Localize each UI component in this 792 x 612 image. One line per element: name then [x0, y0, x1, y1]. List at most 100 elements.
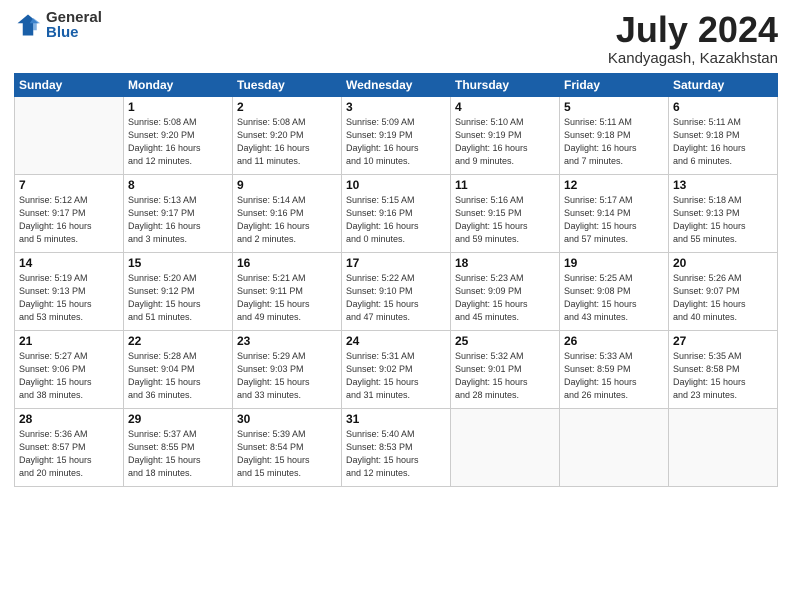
- day-number: 5: [564, 100, 664, 114]
- calendar-cell: 31 Sunrise: 5:40 AMSunset: 8:53 PMDayligh…: [342, 408, 451, 486]
- calendar-cell: [451, 408, 560, 486]
- calendar-cell: 9Sunrise: 5:14 AMSunset: 9:16 PMDaylight…: [233, 174, 342, 252]
- calendar-body: 1 Sunrise: 5:08 AMSunset: 9:20 PMDaylight…: [15, 96, 778, 486]
- day-number: 23: [237, 334, 337, 348]
- calendar-table: SundayMondayTuesdayWednesdayThursdayFrid…: [14, 73, 778, 487]
- day-number: 14: [19, 256, 119, 270]
- calendar-cell: 13 Sunrise: 5:18 AMSunset: 9:13 PMDayligh…: [669, 174, 778, 252]
- weekday-header-thursday: Thursday: [451, 73, 560, 96]
- calendar-cell: 24Sunrise: 5:31 AMSunset: 9:02 PMDayligh…: [342, 330, 451, 408]
- day-info: Sunrise: 5:08 AMSunset: 9:20 PMDaylight:…: [237, 116, 337, 168]
- day-info: Sunrise: 5:08 AMSunset: 9:20 PMDaylight:…: [128, 116, 228, 168]
- day-number: 30: [237, 412, 337, 426]
- calendar-cell: 28Sunrise: 5:36 AMSunset: 8:57 PMDayligh…: [15, 408, 124, 486]
- logo: General Blue: [14, 10, 102, 40]
- logo-general-text: General: [46, 10, 102, 25]
- day-info: Sunrise: 5:22 AMSunset: 9:10 PMDaylight:…: [346, 272, 446, 324]
- calendar-cell: 22 Sunrise: 5:28 AMSunset: 9:04 PMDayligh…: [124, 330, 233, 408]
- calendar-cell: [560, 408, 669, 486]
- location-subtitle: Kandyagash, Kazakhstan: [608, 50, 778, 67]
- calendar-week-4: 21Sunrise: 5:27 AMSunset: 9:06 PMDayligh…: [15, 330, 778, 408]
- day-number: 12: [564, 178, 664, 192]
- day-info: Sunrise: 5:13 AMSunset: 9:17 PMDaylight:…: [128, 194, 228, 246]
- day-number: 7: [19, 178, 119, 192]
- day-info: Sunrise: 5:23 AMSunset: 9:09 PMDaylight:…: [455, 272, 555, 324]
- calendar-cell: 3 Sunrise: 5:09 AMSunset: 9:19 PMDaylight…: [342, 96, 451, 174]
- calendar-cell: 15 Sunrise: 5:20 AMSunset: 9:12 PMDayligh…: [124, 252, 233, 330]
- day-number: 16: [237, 256, 337, 270]
- day-info: Sunrise: 5:16 AMSunset: 9:15 PMDaylight:…: [455, 194, 555, 246]
- day-number: 2: [237, 100, 337, 114]
- calendar-cell: 1 Sunrise: 5:08 AMSunset: 9:20 PMDaylight…: [124, 96, 233, 174]
- logo-icon: [14, 11, 42, 39]
- calendar-cell: 27Sunrise: 5:35 AMSunset: 8:58 PMDayligh…: [669, 330, 778, 408]
- day-number: 8: [128, 178, 228, 192]
- calendar-cell: 29Sunrise: 5:37 AMSunset: 8:55 PMDayligh…: [124, 408, 233, 486]
- day-number: 17: [346, 256, 446, 270]
- day-info: Sunrise: 5:39 AMSunset: 8:54 PMDaylight:…: [237, 428, 337, 480]
- page: General Blue July 2024 Kandyagash, Kazak…: [0, 0, 792, 612]
- day-number: 20: [673, 256, 773, 270]
- calendar-cell: 8 Sunrise: 5:13 AMSunset: 9:17 PMDaylight…: [124, 174, 233, 252]
- day-info: Sunrise: 5:26 AMSunset: 9:07 PMDaylight:…: [673, 272, 773, 324]
- weekday-header-friday: Friday: [560, 73, 669, 96]
- day-number: 26: [564, 334, 664, 348]
- day-number: 25: [455, 334, 555, 348]
- calendar-cell: 6Sunrise: 5:11 AMSunset: 9:18 PMDaylight…: [669, 96, 778, 174]
- logo-blue-text: Blue: [46, 25, 102, 40]
- day-info: Sunrise: 5:20 AMSunset: 9:12 PMDaylight:…: [128, 272, 228, 324]
- day-number: 4: [455, 100, 555, 114]
- calendar-cell: 30 Sunrise: 5:39 AMSunset: 8:54 PMDayligh…: [233, 408, 342, 486]
- day-info: Sunrise: 5:17 AMSunset: 9:14 PMDaylight:…: [564, 194, 664, 246]
- day-number: 9: [237, 178, 337, 192]
- calendar-cell: 7 Sunrise: 5:12 AMSunset: 9:17 PMDaylight…: [15, 174, 124, 252]
- calendar-week-2: 7 Sunrise: 5:12 AMSunset: 9:17 PMDaylight…: [15, 174, 778, 252]
- weekday-header-tuesday: Tuesday: [233, 73, 342, 96]
- day-info: Sunrise: 5:11 AMSunset: 9:18 PMDaylight:…: [564, 116, 664, 168]
- day-number: 22: [128, 334, 228, 348]
- calendar-cell: 11 Sunrise: 5:16 AMSunset: 9:15 PMDayligh…: [451, 174, 560, 252]
- calendar-cell: 26 Sunrise: 5:33 AMSunset: 8:59 PMDayligh…: [560, 330, 669, 408]
- day-info: Sunrise: 5:40 AMSunset: 8:53 PMDaylight:…: [346, 428, 446, 480]
- calendar-cell: [669, 408, 778, 486]
- calendar-cell: 25 Sunrise: 5:32 AMSunset: 9:01 PMDayligh…: [451, 330, 560, 408]
- calendar-cell: 19 Sunrise: 5:25 AMSunset: 9:08 PMDayligh…: [560, 252, 669, 330]
- calendar-week-1: 1 Sunrise: 5:08 AMSunset: 9:20 PMDaylight…: [15, 96, 778, 174]
- calendar-cell: 21Sunrise: 5:27 AMSunset: 9:06 PMDayligh…: [15, 330, 124, 408]
- day-info: Sunrise: 5:25 AMSunset: 9:08 PMDaylight:…: [564, 272, 664, 324]
- day-number: 13: [673, 178, 773, 192]
- day-number: 27: [673, 334, 773, 348]
- calendar-cell: 14 Sunrise: 5:19 AMSunset: 9:13 PMDayligh…: [15, 252, 124, 330]
- day-number: 1: [128, 100, 228, 114]
- weekday-row: SundayMondayTuesdayWednesdayThursdayFrid…: [15, 73, 778, 96]
- calendar-cell: 18Sunrise: 5:23 AMSunset: 9:09 PMDayligh…: [451, 252, 560, 330]
- day-info: Sunrise: 5:19 AMSunset: 9:13 PMDaylight:…: [19, 272, 119, 324]
- day-number: 19: [564, 256, 664, 270]
- day-info: Sunrise: 5:12 AMSunset: 9:17 PMDaylight:…: [19, 194, 119, 246]
- logo-text: General Blue: [46, 10, 102, 40]
- day-info: Sunrise: 5:10 AMSunset: 9:19 PMDaylight:…: [455, 116, 555, 168]
- header: General Blue July 2024 Kandyagash, Kazak…: [14, 10, 778, 67]
- calendar-week-3: 14 Sunrise: 5:19 AMSunset: 9:13 PMDayligh…: [15, 252, 778, 330]
- calendar-cell: 10Sunrise: 5:15 AMSunset: 9:16 PMDayligh…: [342, 174, 451, 252]
- month-title: July 2024: [608, 10, 778, 50]
- calendar-cell: 23Sunrise: 5:29 AMSunset: 9:03 PMDayligh…: [233, 330, 342, 408]
- day-info: Sunrise: 5:37 AMSunset: 8:55 PMDaylight:…: [128, 428, 228, 480]
- day-info: Sunrise: 5:32 AMSunset: 9:01 PMDaylight:…: [455, 350, 555, 402]
- calendar-header: SundayMondayTuesdayWednesdayThursdayFrid…: [15, 73, 778, 96]
- day-info: Sunrise: 5:28 AMSunset: 9:04 PMDaylight:…: [128, 350, 228, 402]
- calendar-cell: 20 Sunrise: 5:26 AMSunset: 9:07 PMDayligh…: [669, 252, 778, 330]
- day-number: 11: [455, 178, 555, 192]
- day-info: Sunrise: 5:18 AMSunset: 9:13 PMDaylight:…: [673, 194, 773, 246]
- day-info: Sunrise: 5:33 AMSunset: 8:59 PMDaylight:…: [564, 350, 664, 402]
- day-number: 15: [128, 256, 228, 270]
- day-info: Sunrise: 5:27 AMSunset: 9:06 PMDaylight:…: [19, 350, 119, 402]
- day-info: Sunrise: 5:31 AMSunset: 9:02 PMDaylight:…: [346, 350, 446, 402]
- calendar-cell: 12 Sunrise: 5:17 AMSunset: 9:14 PMDayligh…: [560, 174, 669, 252]
- calendar-cell: [15, 96, 124, 174]
- day-info: Sunrise: 5:36 AMSunset: 8:57 PMDaylight:…: [19, 428, 119, 480]
- day-number: 3: [346, 100, 446, 114]
- day-info: Sunrise: 5:09 AMSunset: 9:19 PMDaylight:…: [346, 116, 446, 168]
- day-number: 31: [346, 412, 446, 426]
- day-info: Sunrise: 5:21 AMSunset: 9:11 PMDaylight:…: [237, 272, 337, 324]
